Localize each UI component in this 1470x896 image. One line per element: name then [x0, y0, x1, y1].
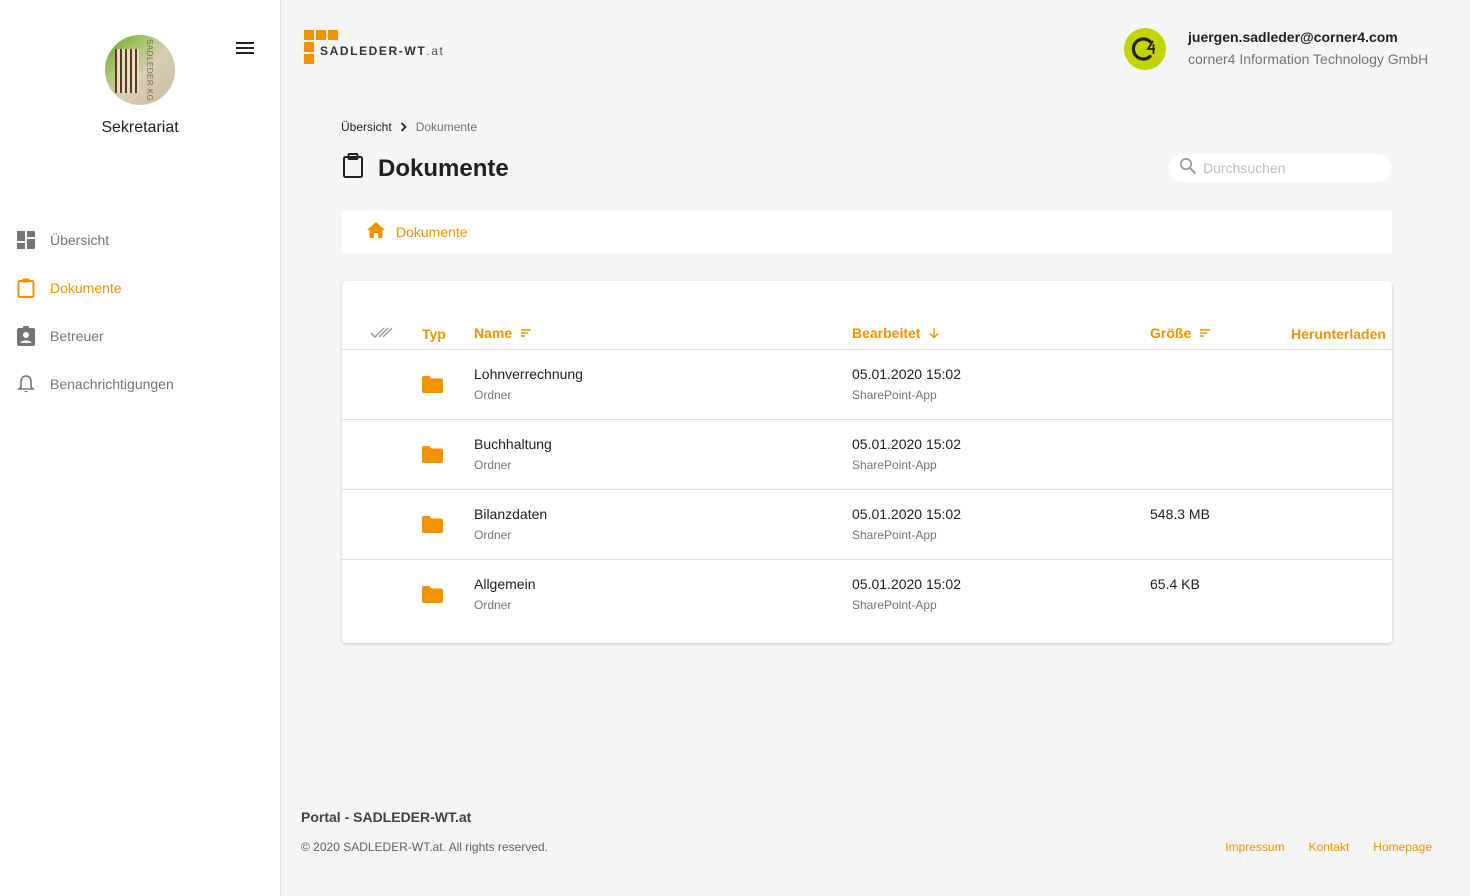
clipboard-icon — [342, 153, 364, 184]
footer-link-homepage[interactable]: Homepage — [1373, 840, 1432, 854]
column-label: Bearbeitet — [852, 325, 921, 341]
sidebar-nav: Übersicht Dokumente Betreuer Benachricht… — [0, 216, 280, 408]
row-date: 05.01.2020 15:02 — [852, 366, 961, 382]
table-row[interactable]: Allgemein Ordner 05.01.2020 15:02 ShareP… — [342, 560, 1392, 630]
sidebar: SADLEDER KG Sekretariat Übersicht Dokume… — [0, 0, 281, 896]
column-header-size[interactable]: Größe — [1150, 325, 1211, 341]
sidebar-item-label: Übersicht — [50, 232, 110, 248]
hamburger-menu-icon[interactable] — [236, 42, 254, 56]
folder-icon — [422, 586, 443, 608]
table-header: Typ Name Bearbeitet Größe Herunterladen — [342, 319, 1392, 350]
chevron-right-icon — [400, 122, 408, 132]
row-name[interactable]: Lohnverrechnung — [474, 366, 583, 382]
sort-icon — [1199, 328, 1211, 338]
row-date: 05.01.2020 15:02 — [852, 506, 961, 522]
table-row[interactable]: Buchhaltung Ordner 05.01.2020 15:02 Shar… — [342, 420, 1392, 490]
page-header: Dokumente — [342, 153, 509, 184]
logo-tld: .at — [426, 44, 445, 58]
brand-logo[interactable]: SADLEDER-WT.at — [304, 30, 443, 66]
column-label: Typ — [422, 326, 446, 342]
sidebar-item-dokumente[interactable]: Dokumente — [0, 264, 280, 312]
folder-icon — [422, 446, 443, 468]
folder-icon — [422, 376, 443, 398]
profile-avatar[interactable]: SADLEDER KG — [105, 35, 175, 105]
sidebar-item-label: Dokumente — [50, 280, 122, 296]
home-icon[interactable] — [366, 221, 386, 244]
sidebar-item-uebersicht[interactable]: Übersicht — [0, 216, 280, 264]
documents-table: Typ Name Bearbeitet Größe Herunterladen … — [342, 281, 1392, 643]
footer-copyright: © 2020 SADLEDER-WT.at. All rights reserv… — [301, 840, 548, 854]
page-title: Dokumente — [378, 154, 509, 182]
sidebar-item-benachrichtigungen[interactable]: Benachrichtigungen — [0, 360, 280, 408]
row-kind: Ordner — [474, 388, 512, 402]
user-company: corner4 Information Technology GmbH — [1188, 51, 1429, 67]
folder-path-bar: Dokumente — [342, 211, 1392, 253]
avatar-text: SADLEDER KG — [145, 39, 154, 102]
column-header-type[interactable]: Typ — [422, 326, 446, 342]
column-label: Herunterladen — [1291, 326, 1386, 342]
clipboard-icon — [16, 278, 36, 298]
row-name[interactable]: Bilanzdaten — [474, 506, 547, 522]
bell-icon — [16, 374, 36, 394]
column-header-download: Herunterladen — [1291, 326, 1386, 342]
sidebar-item-betreuer[interactable]: Betreuer — [0, 312, 280, 360]
row-editor: SharePoint-App — [852, 528, 937, 542]
sidebar-item-label: Betreuer — [50, 328, 104, 344]
table-row[interactable]: Bilanzdaten Ordner 05.01.2020 15:02 Shar… — [342, 490, 1392, 560]
row-kind: Ordner — [474, 528, 512, 542]
path-root-link[interactable]: Dokumente — [396, 224, 468, 240]
column-header-name[interactable]: Name — [474, 325, 532, 341]
row-editor: SharePoint-App — [852, 598, 937, 612]
corner4-logo-icon — [1131, 37, 1155, 61]
avatar-image-detail — [115, 49, 139, 93]
sort-icon — [520, 328, 532, 338]
footer-link-impressum[interactable]: Impressum — [1225, 840, 1284, 854]
row-size: 548.3 MB — [1150, 506, 1210, 522]
row-name[interactable]: Buchhaltung — [474, 436, 552, 452]
search-icon — [1179, 157, 1197, 180]
row-size: 65.4 KB — [1150, 576, 1200, 592]
profile-name: Sekretariat — [101, 119, 179, 136]
row-date: 05.01.2020 15:02 — [852, 436, 961, 452]
select-all-icon[interactable] — [370, 325, 394, 341]
breadcrumb-current: Dokumente — [415, 120, 478, 134]
footer-links: Impressum Kontakt Homepage — [1201, 840, 1432, 854]
search-input[interactable] — [1203, 160, 1383, 176]
row-editor: SharePoint-App — [852, 388, 937, 402]
search-box[interactable] — [1169, 154, 1391, 182]
column-label: Name — [474, 325, 513, 341]
breadcrumb: Übersicht Dokumente — [341, 120, 477, 134]
logo-text: SADLEDER-WT — [320, 44, 427, 58]
row-editor: SharePoint-App — [852, 458, 937, 472]
row-date: 05.01.2020 15:02 — [852, 576, 961, 592]
footer-title: Portal - SADLEDER-WT.at — [301, 809, 472, 825]
logo-mark-icon: SADLEDER-WT.at — [304, 30, 443, 66]
row-kind: Ordner — [474, 598, 512, 612]
column-header-edited[interactable]: Bearbeitet — [852, 325, 940, 341]
dashboard-icon — [16, 230, 36, 250]
breadcrumb-home-link[interactable]: Übersicht — [341, 120, 392, 134]
arrow-down-icon — [928, 327, 940, 339]
footer-link-kontakt[interactable]: Kontakt — [1309, 840, 1350, 854]
row-name[interactable]: Allgemein — [474, 576, 535, 592]
table-row[interactable]: Lohnverrechnung Ordner 05.01.2020 15:02 … — [342, 350, 1392, 420]
user-email: juergen.sadleder@corner4.com — [1188, 29, 1398, 45]
sidebar-item-label: Benachrichtigungen — [50, 376, 174, 392]
assignment-ind-icon — [16, 326, 36, 346]
column-label: Größe — [1150, 325, 1192, 341]
row-kind: Ordner — [474, 458, 512, 472]
folder-icon — [422, 516, 443, 538]
user-avatar[interactable] — [1124, 28, 1166, 70]
